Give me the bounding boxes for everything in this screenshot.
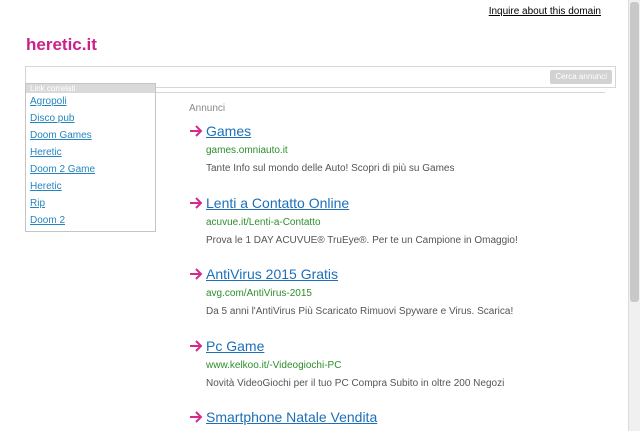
related-links-panel: Link correlati Agropoli Disco pub Doom G… bbox=[25, 83, 156, 232]
ad-url[interactable]: acuvue.it/Lenti-a-Contatto bbox=[206, 217, 321, 228]
scrollbar-thumb[interactable] bbox=[630, 2, 639, 302]
ad-description: Tante Info sul mondo delle Auto! Scopri … bbox=[206, 163, 455, 174]
related-links-header: Link correlati bbox=[26, 84, 155, 93]
ad-url[interactable]: www.kelkoo.it/-Videogiochi-PC bbox=[206, 360, 341, 371]
arrow-right-icon bbox=[190, 268, 203, 280]
ad-url[interactable]: avg.com/AntiVirus-2015 bbox=[206, 288, 312, 299]
ad-title-link[interactable]: Lenti a Contatto Online bbox=[206, 195, 349, 211]
ads-section-label: Annunci bbox=[189, 103, 226, 114]
ad-title-link[interactable]: AntiVirus 2015 Gratis bbox=[206, 266, 338, 282]
page: Inquire about this domain heretic.it Cer… bbox=[0, 0, 628, 431]
related-link-heretic[interactable]: Heretic bbox=[26, 144, 155, 161]
related-link-agropoli[interactable]: Agropoli bbox=[26, 93, 155, 110]
arrow-right-icon bbox=[190, 340, 203, 352]
search-ads-button[interactable]: Cerca annunci bbox=[550, 70, 612, 84]
related-link-heretic-2[interactable]: Heretic bbox=[26, 178, 155, 195]
related-link-doom-games[interactable]: Doom Games bbox=[26, 127, 155, 144]
divider bbox=[155, 92, 605, 93]
inquire-domain-link[interactable]: Inquire about this domain bbox=[489, 6, 601, 17]
related-link-doom-2-game[interactable]: Doom 2 Game bbox=[26, 161, 155, 178]
ad-title-link[interactable]: Pc Game bbox=[206, 338, 264, 354]
ad-description: Da 5 anni l'AntiVirus Più Scaricato Rimu… bbox=[206, 306, 514, 317]
related-link-rip[interactable]: Rip bbox=[26, 195, 155, 212]
ad-title-link[interactable]: Games bbox=[206, 123, 251, 139]
arrow-right-icon bbox=[190, 411, 203, 423]
arrow-right-icon bbox=[190, 125, 203, 137]
related-link-disco-pub[interactable]: Disco pub bbox=[26, 110, 155, 127]
ad-description: Novità VideoGiochi per il tuo PC Compra … bbox=[206, 378, 505, 389]
ad-url[interactable]: games.omniauto.it bbox=[206, 145, 288, 156]
vertical-scrollbar[interactable] bbox=[628, 0, 640, 431]
site-title: heretic.it bbox=[26, 35, 97, 54]
arrow-right-icon bbox=[190, 197, 203, 209]
ad-description: Prova le 1 DAY ACUVUE® TruEye®. Per te u… bbox=[206, 235, 518, 246]
related-link-doom-2[interactable]: Doom 2 bbox=[26, 212, 155, 229]
ad-title-link[interactable]: Smartphone Natale Vendita bbox=[206, 409, 377, 425]
